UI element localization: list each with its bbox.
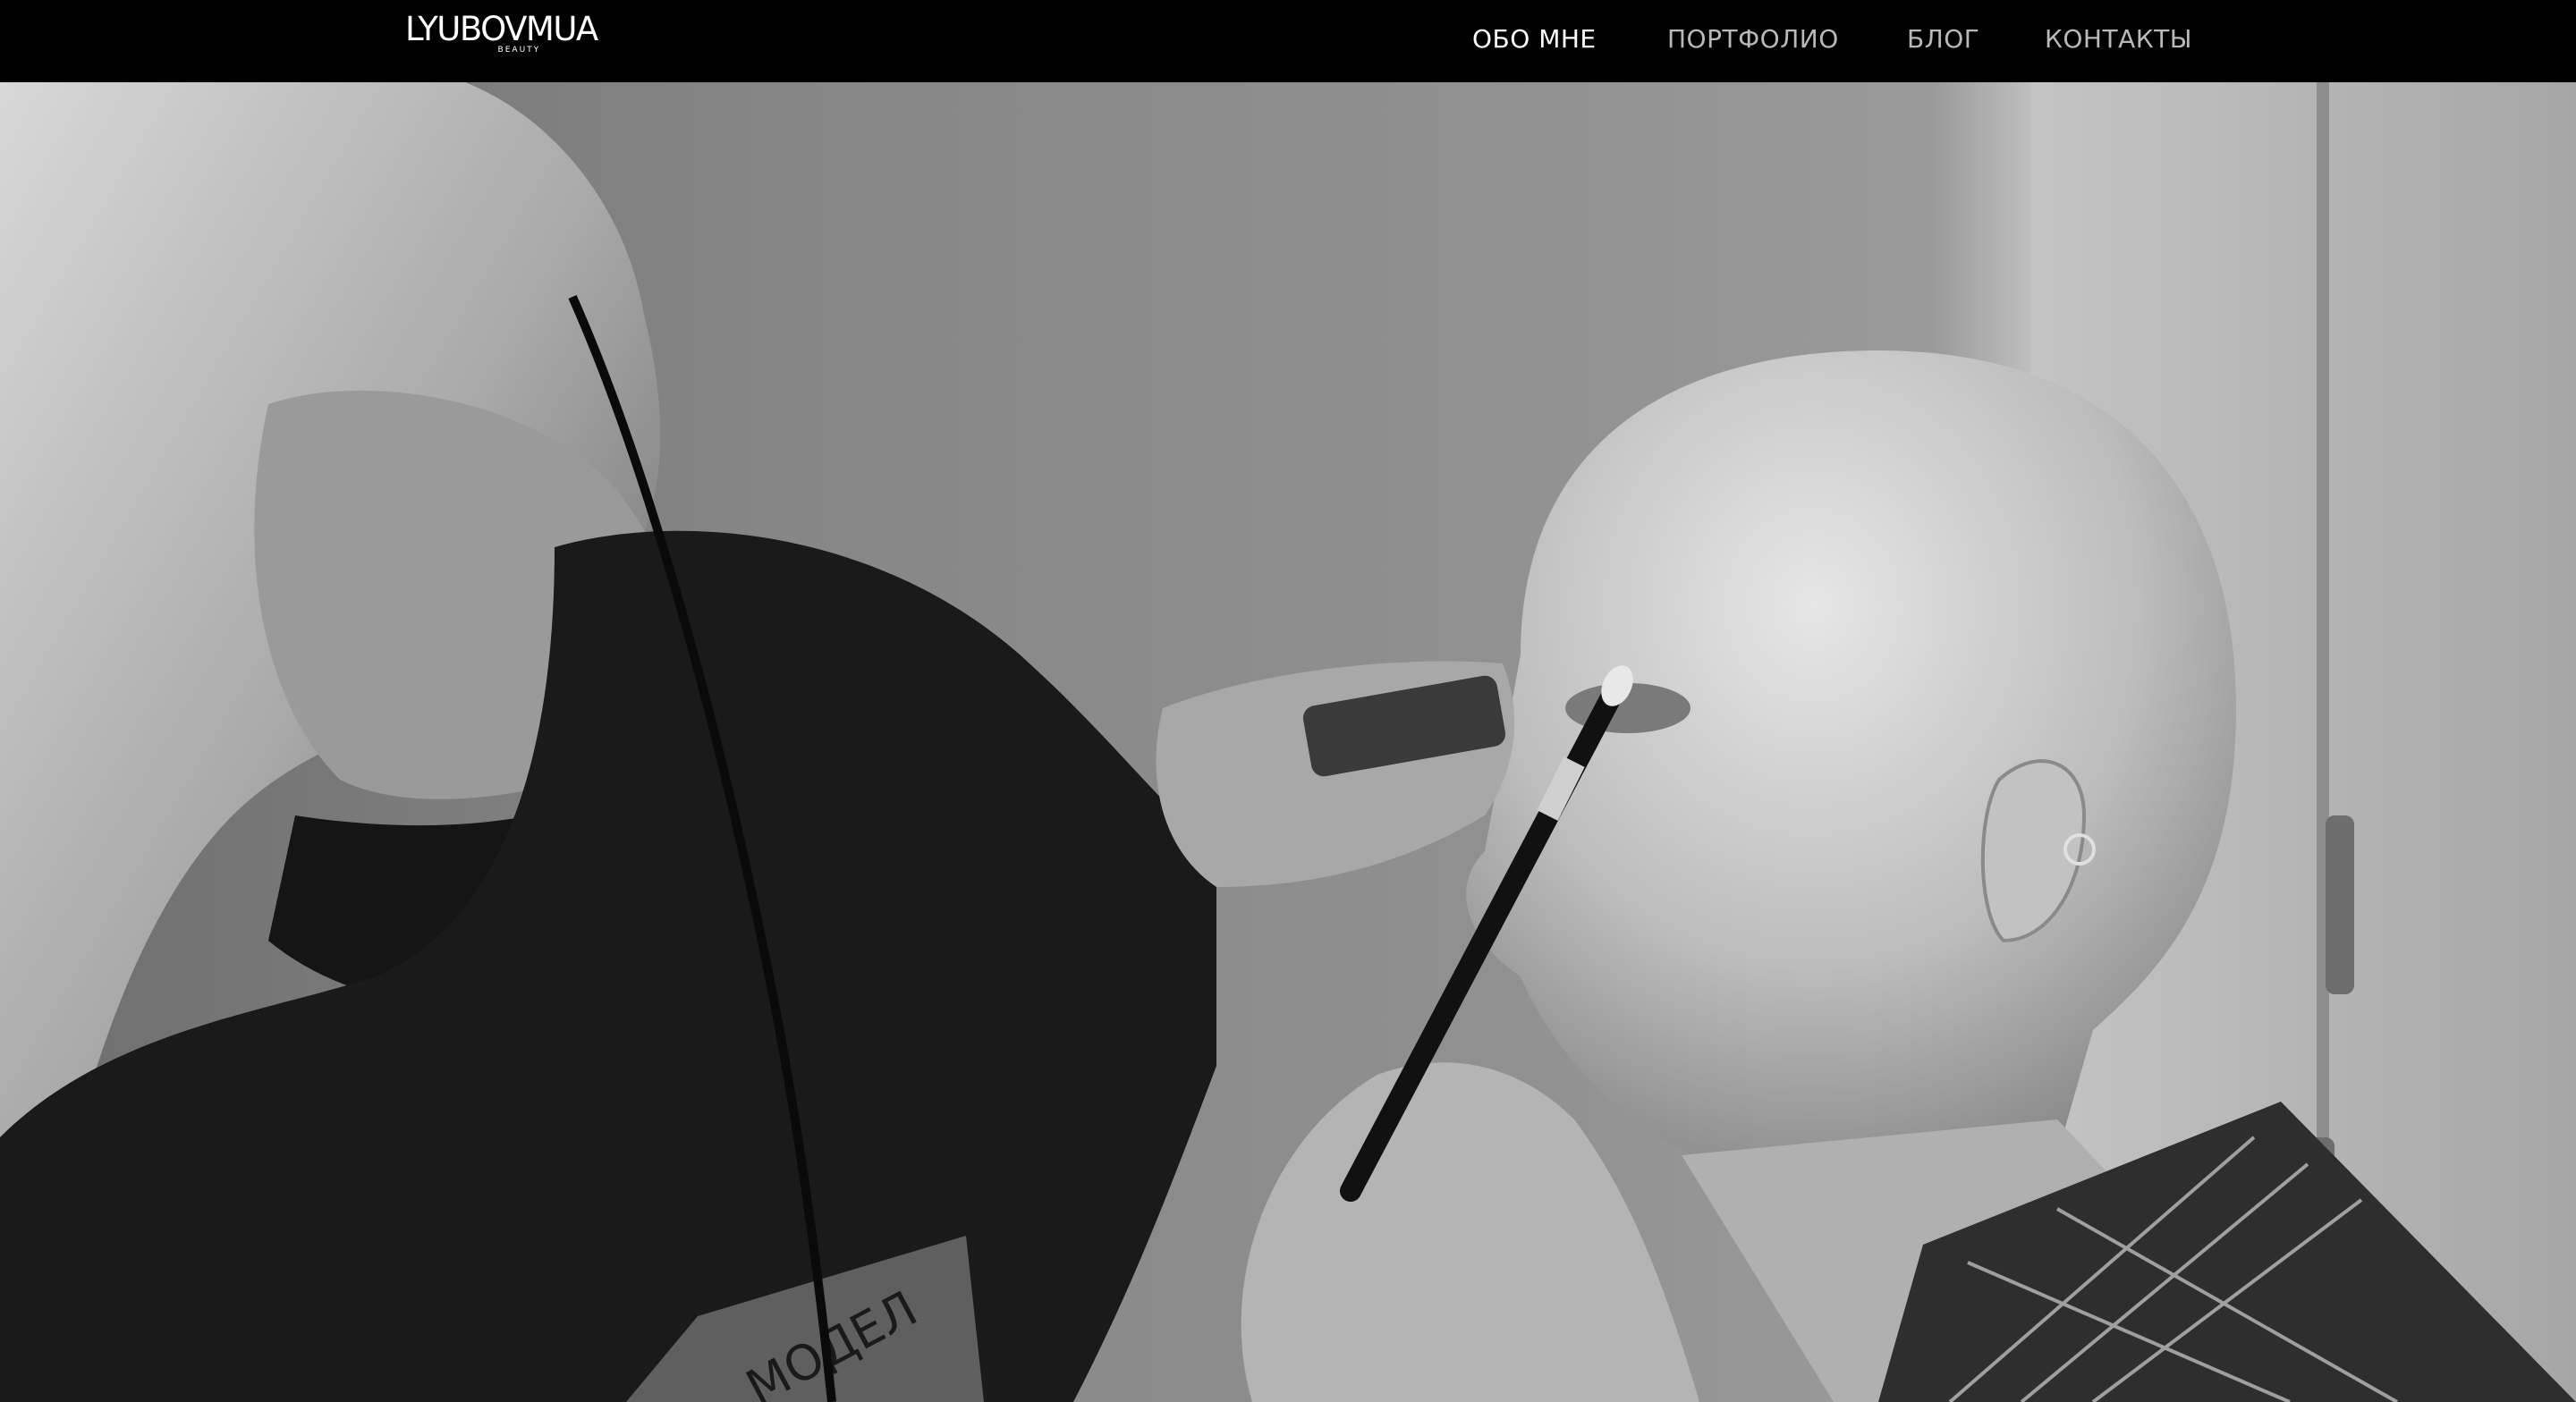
nav-item-about[interactable]: ОБО МНЕ (1472, 24, 1597, 54)
main-nav: ОБО МНЕ ПОРТФОЛИО БЛОГ КОНТАКТЫ (0, 0, 2576, 82)
door-handle (2326, 815, 2354, 994)
hero-photo: МОДЕЛ (0, 82, 2576, 1402)
hero-image: МОДЕЛ (0, 82, 2576, 1402)
nav-item-portfolio[interactable]: ПОРТФОЛИО (1667, 24, 1839, 54)
nav-item-contacts[interactable]: КОНТАКТЫ (2045, 24, 2192, 54)
page: LYUBOVMUA BEAUTY ОБО МНЕ ПОРТФОЛИО БЛОГ … (0, 0, 2576, 1402)
nav-item-blog[interactable]: БЛОГ (1907, 24, 1979, 54)
site-header: LYUBOVMUA BEAUTY ОБО МНЕ ПОРТФОЛИО БЛОГ … (0, 0, 2576, 82)
